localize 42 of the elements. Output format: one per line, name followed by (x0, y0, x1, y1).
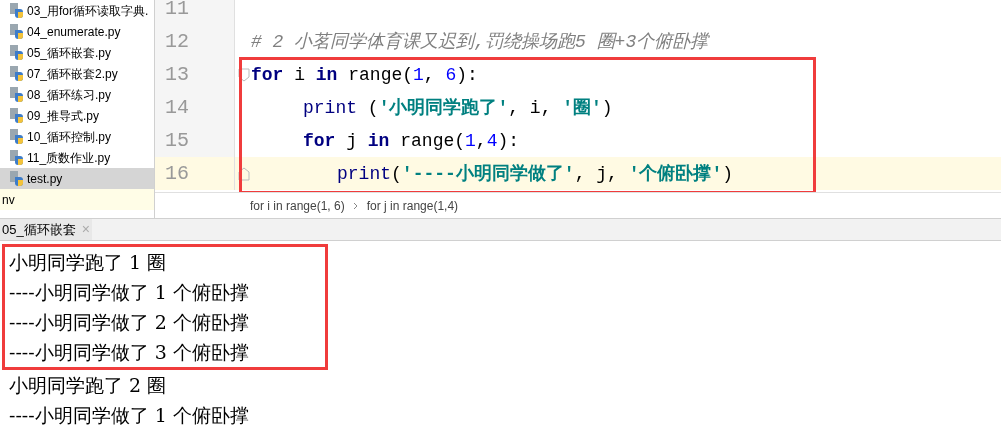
python-file-icon (10, 3, 24, 18)
console-output-line: ----小明同学做了 3 个俯卧撑 (9, 339, 250, 365)
file-tree-item[interactable]: 07_循环嵌套2.py (0, 63, 154, 84)
code-line: # 2 小茗同学体育课又迟到,罚绕操场跑5 圈+3个俯卧撑 (251, 30, 709, 54)
console-output-line: 小明同学跑了 1 圈 (9, 249, 168, 275)
python-file-icon (10, 129, 24, 144)
line-number: 16 (165, 160, 189, 187)
console-output-line: ----小明同学做了 1 个俯卧撑 (9, 279, 250, 305)
code-line: for i in range(1, 6): (251, 63, 478, 87)
python-file-icon (10, 108, 24, 123)
breadcrumb[interactable]: for j in range(1,4) (366, 196, 459, 215)
console-output-line: 小明同学跑了 2 圈 (9, 372, 168, 398)
file-tree-item[interactable]: 04_enumerate.py (0, 21, 154, 42)
code-line: print('----小明同学做了', j, '个俯卧撑') (337, 162, 734, 186)
code-line: print ('小明同学跑了', i, '圈') (303, 96, 613, 120)
python-file-icon (10, 24, 24, 39)
fold-marker-icon[interactable] (238, 166, 250, 181)
python-file-icon (10, 150, 24, 165)
file-tree-item[interactable]: test.py (0, 168, 154, 189)
file-tree-item[interactable]: 10_循环控制.py (0, 126, 154, 147)
file-tree-item[interactable]: 08_循环练习.py (0, 84, 154, 105)
console-output-line: ----小明同学做了 2 个俯卧撑 (9, 309, 250, 335)
line-number: 13 (165, 61, 189, 88)
line-number: 14 (165, 94, 189, 121)
python-file-icon (10, 87, 24, 102)
run-tab[interactable]: 05_循环嵌套 × (0, 219, 92, 240)
code-line: for j in range(1,4): (303, 129, 520, 153)
chevron-icon (352, 201, 359, 210)
breadcrumb[interactable]: for i in range(1, 6) (250, 196, 345, 215)
fold-marker-icon[interactable] (238, 67, 250, 82)
file-tree-item[interactable]: 11_质数作业.py (0, 147, 154, 168)
file-tree-item[interactable]: 05_循环嵌套.py (0, 42, 154, 63)
python-file-icon (10, 66, 24, 81)
python-file-icon (10, 171, 24, 186)
file-tree-item[interactable]: 03_用for循环读取字典. (0, 0, 154, 21)
file-tree-item[interactable]: 09_推导式.py (0, 105, 154, 126)
line-number: 15 (165, 127, 189, 154)
line-number: 11 (165, 0, 189, 22)
python-file-icon (10, 45, 24, 60)
file-tree-item[interactable]: nv (0, 189, 154, 210)
console-output-line: ----小明同学做了 1 个俯卧撑 (9, 402, 249, 428)
line-number: 12 (165, 28, 189, 55)
